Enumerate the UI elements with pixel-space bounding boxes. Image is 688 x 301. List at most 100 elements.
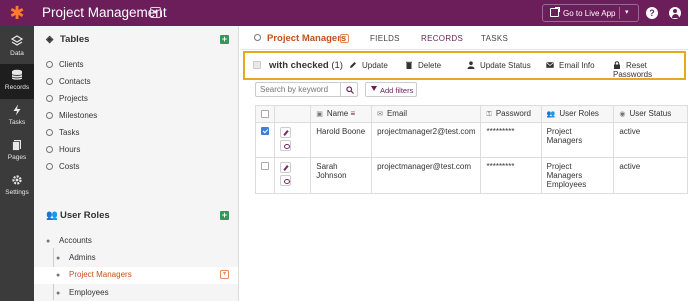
sidebar-table-milestones[interactable]: Milestones (46, 111, 97, 120)
tab-tasks[interactable]: TASKS (481, 34, 508, 43)
row-checkbox[interactable] (261, 127, 269, 135)
nav-settings[interactable]: Settings (0, 169, 34, 204)
go-to-live-app-label: Go to Live App (563, 9, 616, 18)
person-icon: ● (46, 238, 51, 245)
search-input[interactable] (255, 82, 343, 97)
table-icon (46, 95, 53, 102)
edit-record-icon[interactable] (280, 127, 291, 138)
help-icon[interactable]: ? (646, 7, 658, 19)
cell-user-status[interactable]: active (613, 122, 688, 158)
cell-email[interactable]: projectmanager2@test.com (371, 122, 482, 158)
tables-icon: ◈ (46, 34, 54, 45)
sidebar-table-clients[interactable]: Clients (46, 60, 83, 69)
sidebar-role-employees[interactable]: ● Employees (56, 288, 109, 297)
lock-icon (614, 61, 620, 69)
cell-email[interactable]: projectmanager@test.com (371, 157, 482, 194)
nav-data[interactable]: Data (0, 30, 34, 65)
column-header-user-status[interactable]: ◉ User Status (613, 105, 688, 123)
account-icon[interactable] (669, 7, 681, 19)
cell-user-status[interactable]: active (613, 157, 688, 194)
table-icon (46, 146, 53, 153)
key-icon: ⚿ (486, 111, 492, 118)
users-icon: 👥 (546, 111, 556, 118)
email-field-icon: ✉ (377, 111, 383, 118)
cell-name[interactable]: Sarah Johnson (310, 157, 373, 194)
person-icon: ● (56, 272, 61, 279)
view-record-icon[interactable] (280, 175, 291, 186)
sidebar-table-tasks[interactable]: Tasks (46, 128, 79, 137)
envelope-icon (546, 62, 554, 68)
cell-name[interactable]: Harold Boone (310, 122, 373, 158)
app-title-dropdown[interactable]: ▾ (150, 7, 161, 18)
table-icon (46, 61, 53, 68)
records-table: ▣ Name ≡ ✉ Email ⚿ Password 👥 User Roles ◉ Us… (255, 105, 688, 194)
nav-settings-label: Settings (5, 189, 29, 196)
cell-user-roles[interactable]: Project Managers Employees (540, 157, 615, 194)
email-info-button[interactable]: Email Info (546, 61, 595, 70)
cell-user-roles[interactable]: Project Managers (540, 122, 615, 158)
search-icon (346, 86, 354, 94)
row-checkbox[interactable] (261, 162, 269, 170)
person-icon: ● (56, 255, 61, 262)
sidebar-table-costs[interactable]: Costs (46, 162, 79, 171)
view-record-icon[interactable] (280, 140, 291, 151)
nav-rail: Data Records Tasks Pages Settings (0, 26, 34, 301)
column-header-user-roles[interactable]: 👥 User Roles (540, 105, 615, 123)
nav-pages[interactable]: Pages (0, 134, 34, 169)
add-user-role-button[interactable]: + (220, 211, 229, 220)
tables-heading: ◈ Tables (46, 34, 90, 45)
tab-records[interactable]: RECORDS (421, 34, 463, 43)
go-to-live-app-button[interactable]: Go to Live App ▾ (542, 4, 639, 22)
object-title: Project Managers (254, 33, 346, 44)
table-header-row: ▣ Name ≡ ✉ Email ⚿ Password 👥 User Roles ◉ Us… (255, 105, 688, 123)
status-icon: ◉ (619, 111, 626, 118)
name-field-icon: ▣ (316, 111, 323, 118)
nav-records[interactable]: Records (0, 64, 34, 99)
sidebar-table-hours[interactable]: Hours (46, 145, 80, 154)
top-bar: ✱ Project Management ▾ Go to Live App ▾ … (0, 0, 688, 26)
person-icon: ● (56, 290, 61, 297)
table-icon (46, 129, 53, 136)
update-button[interactable]: Update (349, 61, 388, 70)
sort-icon[interactable]: ≡ (350, 109, 355, 118)
header-select-cell (255, 105, 275, 123)
tab-fields[interactable]: FIELDS (370, 34, 400, 43)
settings-icon (12, 175, 22, 185)
main-panel: Project Managers ▾ FIELDS RECORDS TASKS … (240, 26, 688, 301)
update-status-button[interactable]: Update Status (467, 61, 531, 70)
chevron-down-icon[interactable]: ▾ (625, 8, 629, 16)
column-header-email[interactable]: ✉ Email (371, 105, 482, 123)
column-header-name[interactable]: ▣ Name ≡ (310, 105, 373, 123)
sidebar-role-admins[interactable]: ● Admins (56, 253, 96, 262)
select-all-rows-checkbox[interactable] (261, 110, 269, 118)
pencil-icon (350, 62, 356, 68)
sidebar-role-accounts[interactable]: ● Accounts (46, 236, 92, 245)
filter-icon (371, 86, 377, 91)
sidebar: ◈ Tables + Clients Contacts Projects Mile… (34, 26, 239, 301)
add-filters-button[interactable]: Add filters (365, 82, 417, 97)
external-link-icon (550, 7, 560, 17)
sidebar-table-contacts[interactable]: Contacts (46, 77, 91, 86)
add-table-button[interactable]: + (220, 35, 229, 44)
sidebar-table-projects[interactable]: Projects (46, 94, 88, 103)
edit-record-icon[interactable] (280, 162, 291, 173)
column-header-password[interactable]: ⚿ Password (480, 105, 542, 123)
cell-password[interactable]: ********* (480, 157, 542, 194)
nav-pages-label: Pages (7, 154, 27, 161)
object-options-dropdown[interactable]: ▾ (340, 34, 349, 43)
table-row[interactable]: Harold Boone projectmanager2@test.com **… (255, 122, 688, 158)
reset-passwords-button[interactable]: Reset Passwords (613, 61, 684, 79)
table-row[interactable]: Sarah Johnson projectmanager@test.com **… (255, 157, 688, 194)
table-icon (46, 112, 53, 119)
cell-password[interactable]: ********* (480, 122, 542, 158)
select-all-checkbox[interactable] (253, 61, 261, 69)
trash-icon (406, 61, 412, 69)
delete-button[interactable]: Delete (405, 61, 441, 70)
search-button[interactable] (340, 82, 358, 97)
sidebar-role-project-managers[interactable]: ● Project Managers (56, 270, 132, 279)
users-icon: 👥 (46, 210, 58, 221)
role-options-dropdown[interactable]: ▾ (220, 270, 229, 279)
nav-tasks[interactable]: Tasks (0, 99, 34, 134)
object-tabs: Project Managers ▾ FIELDS RECORDS TASKS (240, 26, 688, 50)
app-logo-icon[interactable]: ✱ (8, 4, 26, 22)
